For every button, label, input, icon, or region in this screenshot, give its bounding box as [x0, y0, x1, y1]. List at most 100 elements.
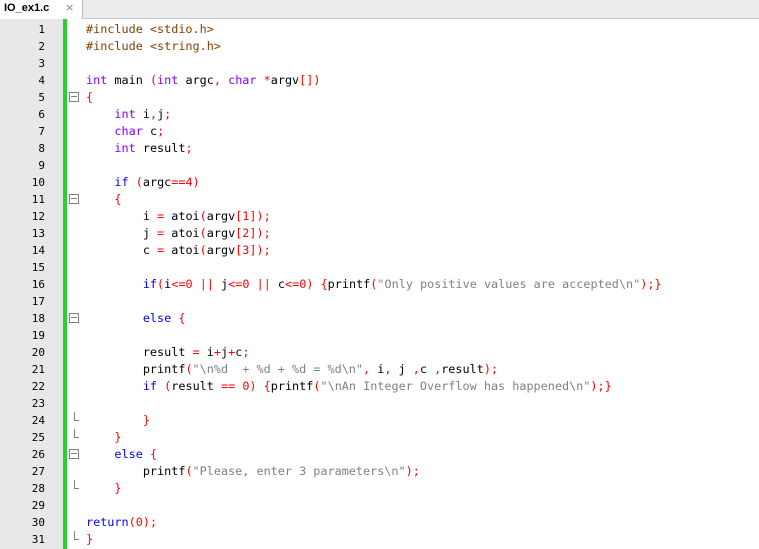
code-line[interactable]: 8 int result;	[0, 140, 759, 157]
code-line[interactable]: 25 }	[0, 429, 759, 446]
fold-toggle-icon[interactable]	[68, 191, 82, 208]
code-line[interactable]: 5{	[0, 89, 759, 106]
code-line[interactable]: 3	[0, 55, 759, 72]
code-line[interactable]: 17	[0, 293, 759, 310]
code-text: int result;	[114, 141, 193, 155]
line-number: 8	[38, 142, 45, 155]
line-number: 1	[38, 23, 45, 36]
code-text: {	[86, 90, 94, 104]
line-number: 18	[31, 312, 45, 325]
code-text: }	[86, 532, 94, 546]
code-line[interactable]: 28 }	[0, 480, 759, 497]
code-line[interactable]: 11 {	[0, 191, 759, 208]
code-line[interactable]: 9	[0, 157, 759, 174]
line-number: 23	[31, 397, 45, 410]
code-text: {	[114, 192, 122, 206]
line-number: 26	[31, 448, 45, 461]
code-text: j = atoi(argv[2]);	[86, 226, 271, 240]
close-icon[interactable]: ×	[65, 1, 74, 14]
fold-end-marker	[68, 531, 82, 548]
code-line[interactable]: 12 i = atoi(argv[1]);	[0, 208, 759, 225]
code-line[interactable]: 6 int i,j;	[0, 106, 759, 123]
code-line[interactable]: 23	[0, 395, 759, 412]
line-number: 21	[31, 363, 45, 376]
code-text: int main (int argc, char *argv[])	[86, 73, 321, 87]
code-text: else {	[114, 447, 158, 461]
tab-label: IO_ex1.c	[4, 2, 50, 14]
line-number: 10	[31, 176, 45, 189]
code-line[interactable]: 14 c = atoi(argv[3]);	[0, 242, 759, 259]
line-number: 20	[31, 346, 45, 359]
code-text: else {	[142, 311, 186, 325]
fold-end-marker	[68, 429, 82, 446]
code-line[interactable]: 16 if(i<=0 || j<=0 || c<=0) {printf("Onl…	[0, 276, 759, 293]
line-number: 12	[31, 210, 45, 223]
code-line[interactable]: 15	[0, 259, 759, 276]
code-line[interactable]: 26 else {	[0, 446, 759, 463]
code-line[interactable]: 7 char c;	[0, 123, 759, 140]
code-text: if (result == 0) {printf("\nAn Integer O…	[142, 379, 612, 393]
line-number: 14	[31, 244, 45, 257]
line-number: 30	[31, 516, 45, 529]
code-line[interactable]: 19	[0, 327, 759, 344]
fold-toggle-icon[interactable]	[68, 310, 82, 327]
code-text: }	[114, 430, 122, 444]
fold-end-marker	[68, 480, 82, 497]
code-line[interactable]: 1 #include <stdio.h>	[0, 21, 759, 38]
tab-io-ex1[interactable]: IO_ex1.c ×	[0, 0, 83, 19]
code-text: int i,j;	[114, 107, 172, 121]
code-line[interactable]: 18 else {	[0, 310, 759, 327]
code-line[interactable]: 13 j = atoi(argv[2]);	[0, 225, 759, 242]
line-number: 4	[38, 74, 45, 87]
code-text: }	[142, 413, 150, 427]
code-line[interactable]: 22 if (result == 0) {printf("\nAn Intege…	[0, 378, 759, 395]
code-editor[interactable]: 1 #include <stdio.h> 2 #include <string.h> 3…	[0, 21, 759, 548]
code-line[interactable]: 29	[0, 497, 759, 514]
code-line[interactable]: 10 if (argc==4)	[0, 174, 759, 191]
code-line[interactable]: 27 printf("Please, enter 3 parameters\n"…	[0, 463, 759, 480]
line-number: 16	[31, 278, 45, 291]
code-line[interactable]: 30 return(0);	[0, 514, 759, 531]
code-text: printf("Please, enter 3 parameters\n");	[86, 464, 420, 478]
line-number: 15	[31, 261, 45, 274]
code-line[interactable]: 2 #include <string.h>	[0, 38, 759, 55]
code-text: #include <stdio.h>	[86, 22, 214, 36]
code-text: result = i+j+c;	[86, 345, 250, 359]
code-text: if(i<=0 || j<=0 || c<=0) {printf("Only p…	[142, 277, 662, 291]
code-text: return(0);	[86, 515, 158, 529]
tab-bar: IO_ex1.c ×	[0, 0, 759, 19]
line-number: 24	[31, 414, 45, 427]
code-line[interactable]: 31}	[0, 531, 759, 548]
line-number: 19	[31, 329, 45, 342]
code-text: char c;	[114, 124, 165, 138]
fold-end-marker	[68, 412, 82, 429]
code-line[interactable]: 21 printf("\n%d + %d + %d = %d\n", i, j …	[0, 361, 759, 378]
line-number: 31	[31, 533, 45, 546]
fold-toggle-icon[interactable]	[68, 89, 82, 106]
line-number: 6	[38, 108, 45, 121]
code-line[interactable]: 4 int main (int argc, char *argv[])	[0, 72, 759, 89]
line-number: 9	[38, 159, 45, 172]
code-text: #include <string.h>	[86, 39, 221, 53]
code-line[interactable]: 20 result = i+j+c;	[0, 344, 759, 361]
line-number: 29	[31, 499, 45, 512]
code-line[interactable]: 24 }	[0, 412, 759, 429]
line-number: 13	[31, 227, 45, 240]
code-text: printf("\n%d + %d + %d = %d\n", i, j ,c …	[86, 362, 499, 376]
fold-toggle-icon[interactable]	[68, 446, 82, 463]
